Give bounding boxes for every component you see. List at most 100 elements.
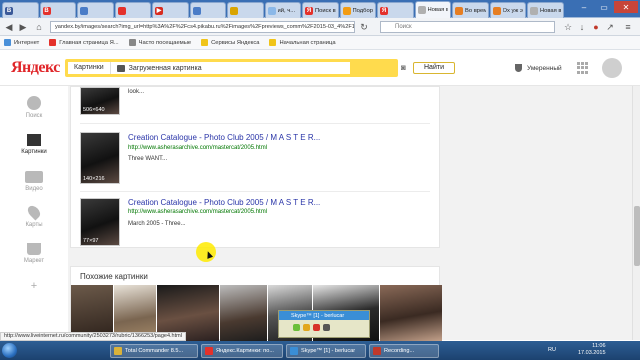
bookmark-internet[interactable]: Интернет bbox=[4, 39, 39, 46]
result-title-link[interactable]: Creation Catalogue - Photo Club 2005 / M… bbox=[128, 133, 320, 142]
taskbar-item-total-commander[interactable]: Total Commander 8.5... bbox=[110, 344, 198, 358]
sidebar-item-market[interactable]: Маркет bbox=[0, 243, 68, 264]
similar-images-title: Похожие картинки bbox=[80, 272, 148, 281]
picture-icon bbox=[27, 134, 41, 146]
forward-arrow-icon[interactable]: ▶ bbox=[17, 21, 29, 33]
result-url-link[interactable]: http://www.asherasarchive.com/mastercat/… bbox=[128, 145, 267, 151]
bookmark-start-page[interactable]: Начальная страница bbox=[269, 39, 336, 46]
search-input[interactable]: Картинки Загруженная картинка bbox=[68, 62, 350, 74]
browser-tab[interactable]: B bbox=[39, 2, 76, 18]
result-separator bbox=[80, 123, 430, 124]
record-icon bbox=[373, 347, 381, 355]
browser-tab[interactable] bbox=[189, 2, 226, 18]
browser-tab[interactable]: Во времен... bbox=[452, 2, 489, 18]
safe-search-filter[interactable]: Умеренный bbox=[515, 64, 562, 72]
camera-icon[interactable]: ◙ bbox=[401, 63, 406, 72]
browser-tab[interactable]: B bbox=[2, 2, 39, 18]
share-icon[interactable]: ↗ bbox=[604, 21, 616, 33]
tab-favicon-icon bbox=[530, 6, 538, 15]
tab-label: Подбор с... bbox=[352, 7, 374, 14]
sidebar-item-more[interactable]: + bbox=[0, 280, 68, 292]
similar-image[interactable] bbox=[380, 285, 442, 341]
taskbar-item-recording[interactable]: Recording... bbox=[369, 344, 439, 358]
answer-icon[interactable] bbox=[293, 324, 300, 331]
browser-tab[interactable]: Новая вкладка bbox=[527, 2, 564, 18]
settings-icon[interactable] bbox=[323, 324, 330, 331]
browser-tab[interactable]: ий, ч... bbox=[264, 2, 301, 18]
services-grid-icon[interactable] bbox=[577, 62, 589, 74]
taskbar-item-skype[interactable]: Skype™ [1] - berlucar bbox=[286, 344, 366, 358]
language-indicator[interactable]: RU bbox=[548, 347, 556, 353]
browser-tab[interactable] bbox=[114, 2, 151, 18]
browser-tab[interactable] bbox=[227, 2, 264, 18]
sidebar-item-video[interactable]: Видео bbox=[0, 171, 68, 192]
hangup-icon[interactable] bbox=[313, 324, 320, 331]
service-sidebar: Поиск Картинки Видео Карты Маркет + bbox=[0, 86, 68, 340]
bookmark-frequent[interactable]: Часто посещаемые bbox=[128, 39, 191, 46]
taskbar-item-browser[interactable]: Яндекс.Картинки: по... bbox=[201, 344, 283, 358]
bookmark-yandex-home[interactable]: Главная страница Я... bbox=[49, 39, 119, 46]
tab-favicon-icon bbox=[492, 6, 501, 15]
sidebar-item-search[interactable]: Поиск bbox=[0, 96, 68, 119]
browser-tab[interactable]: Я bbox=[377, 2, 414, 18]
search-box: Картинки Загруженная картинка ◙ Найти bbox=[65, 59, 455, 77]
result-thumbnail[interactable]: 77×97 bbox=[80, 198, 120, 246]
addon-icon[interactable]: ● bbox=[590, 21, 602, 33]
result-item: 140×216 Creation Catalogue - Photo Club … bbox=[80, 132, 430, 188]
mouse-cursor-highlight bbox=[196, 242, 216, 262]
browser-tab[interactable]: Подбор с... bbox=[339, 2, 376, 18]
sidebar-item-images[interactable]: Картинки bbox=[0, 134, 68, 155]
similar-images-card: Похожие картинки bbox=[70, 266, 442, 341]
back-arrow-icon[interactable]: ◀ bbox=[3, 21, 15, 33]
start-button[interactable] bbox=[2, 343, 17, 358]
similar-image[interactable] bbox=[219, 285, 268, 341]
skype-popup[interactable]: Skype™ [1] - berlucar bbox=[278, 310, 370, 338]
navigation-bar: ◀ ▶ ⌂ yandex.by/images/search?img_url=ht… bbox=[0, 18, 640, 36]
browser-tab[interactable] bbox=[77, 2, 114, 18]
bookmark-label: Интернет bbox=[14, 39, 40, 46]
browser-tab[interactable]: Ох уж эти... bbox=[489, 2, 526, 18]
taskbar: Total Commander 8.5... Яндекс.Картинки: … bbox=[0, 341, 640, 360]
tab-favicon-icon bbox=[192, 6, 201, 15]
minimize-button[interactable]: – bbox=[574, 1, 594, 13]
yandex-logo[interactable]: Яндекс bbox=[11, 59, 60, 77]
result-thumbnail[interactable]: 140×216 bbox=[80, 132, 120, 184]
close-window-button[interactable]: ✕ bbox=[614, 1, 638, 13]
reload-icon[interactable]: ↻ bbox=[358, 21, 370, 33]
find-button[interactable]: Найти bbox=[413, 62, 455, 74]
tab-favicon-icon bbox=[230, 6, 238, 15]
scrollbar-thumb[interactable] bbox=[634, 206, 640, 266]
page-scrollbar[interactable] bbox=[632, 86, 640, 340]
tab-favicon-icon: Я bbox=[305, 6, 313, 15]
browser-search-input[interactable]: Поиск bbox=[380, 21, 555, 33]
tab-favicon-icon bbox=[455, 6, 463, 15]
thumbnail-dims: 77×97 bbox=[83, 238, 99, 244]
download-icon[interactable]: ↓ bbox=[576, 21, 588, 33]
search-category[interactable]: Картинки bbox=[68, 62, 111, 74]
result-separator bbox=[80, 191, 430, 192]
result-thumbnail[interactable]: 506×640 bbox=[80, 87, 120, 115]
result-url-link[interactable]: http://www.asherasarchive.com/mastercat/… bbox=[128, 209, 267, 215]
result-title-link[interactable]: Creation Catalogue - Photo Club 2005 / M… bbox=[128, 198, 320, 207]
browser-tab[interactable]: Новая вкладка bbox=[414, 1, 451, 18]
browser-tab[interactable]: ▶ bbox=[152, 2, 189, 18]
browser-tab[interactable]: ЯПоиск в ... bbox=[302, 2, 339, 18]
total-commander-icon bbox=[114, 347, 122, 355]
home-icon[interactable]: ⌂ bbox=[33, 21, 45, 33]
menu-icon[interactable]: ≡ bbox=[622, 21, 634, 33]
result-snippet: March 2005 - Three... bbox=[128, 221, 186, 227]
play-icon bbox=[25, 171, 43, 183]
map-pin-icon bbox=[25, 203, 43, 221]
taskbar-label: Skype™ [1] - berlucar bbox=[301, 348, 356, 354]
star-icon[interactable]: ☆ bbox=[562, 21, 574, 33]
bookmark-yandex-services[interactable]: Сервисы Яндекса bbox=[201, 39, 259, 46]
uploaded-image-chip: Загруженная картинка bbox=[116, 64, 202, 72]
status-icon[interactable] bbox=[303, 324, 310, 331]
cart-icon bbox=[27, 243, 41, 255]
maximize-button[interactable]: ▭ bbox=[594, 1, 614, 13]
address-bar[interactable]: yandex.by/images/search?img_url=http%3A%… bbox=[50, 21, 355, 33]
sidebar-item-maps[interactable]: Карты bbox=[0, 203, 68, 228]
system-clock[interactable]: 11:06 17.03.2015 bbox=[578, 343, 606, 357]
user-avatar[interactable] bbox=[602, 58, 622, 78]
folder-icon bbox=[269, 39, 277, 46]
